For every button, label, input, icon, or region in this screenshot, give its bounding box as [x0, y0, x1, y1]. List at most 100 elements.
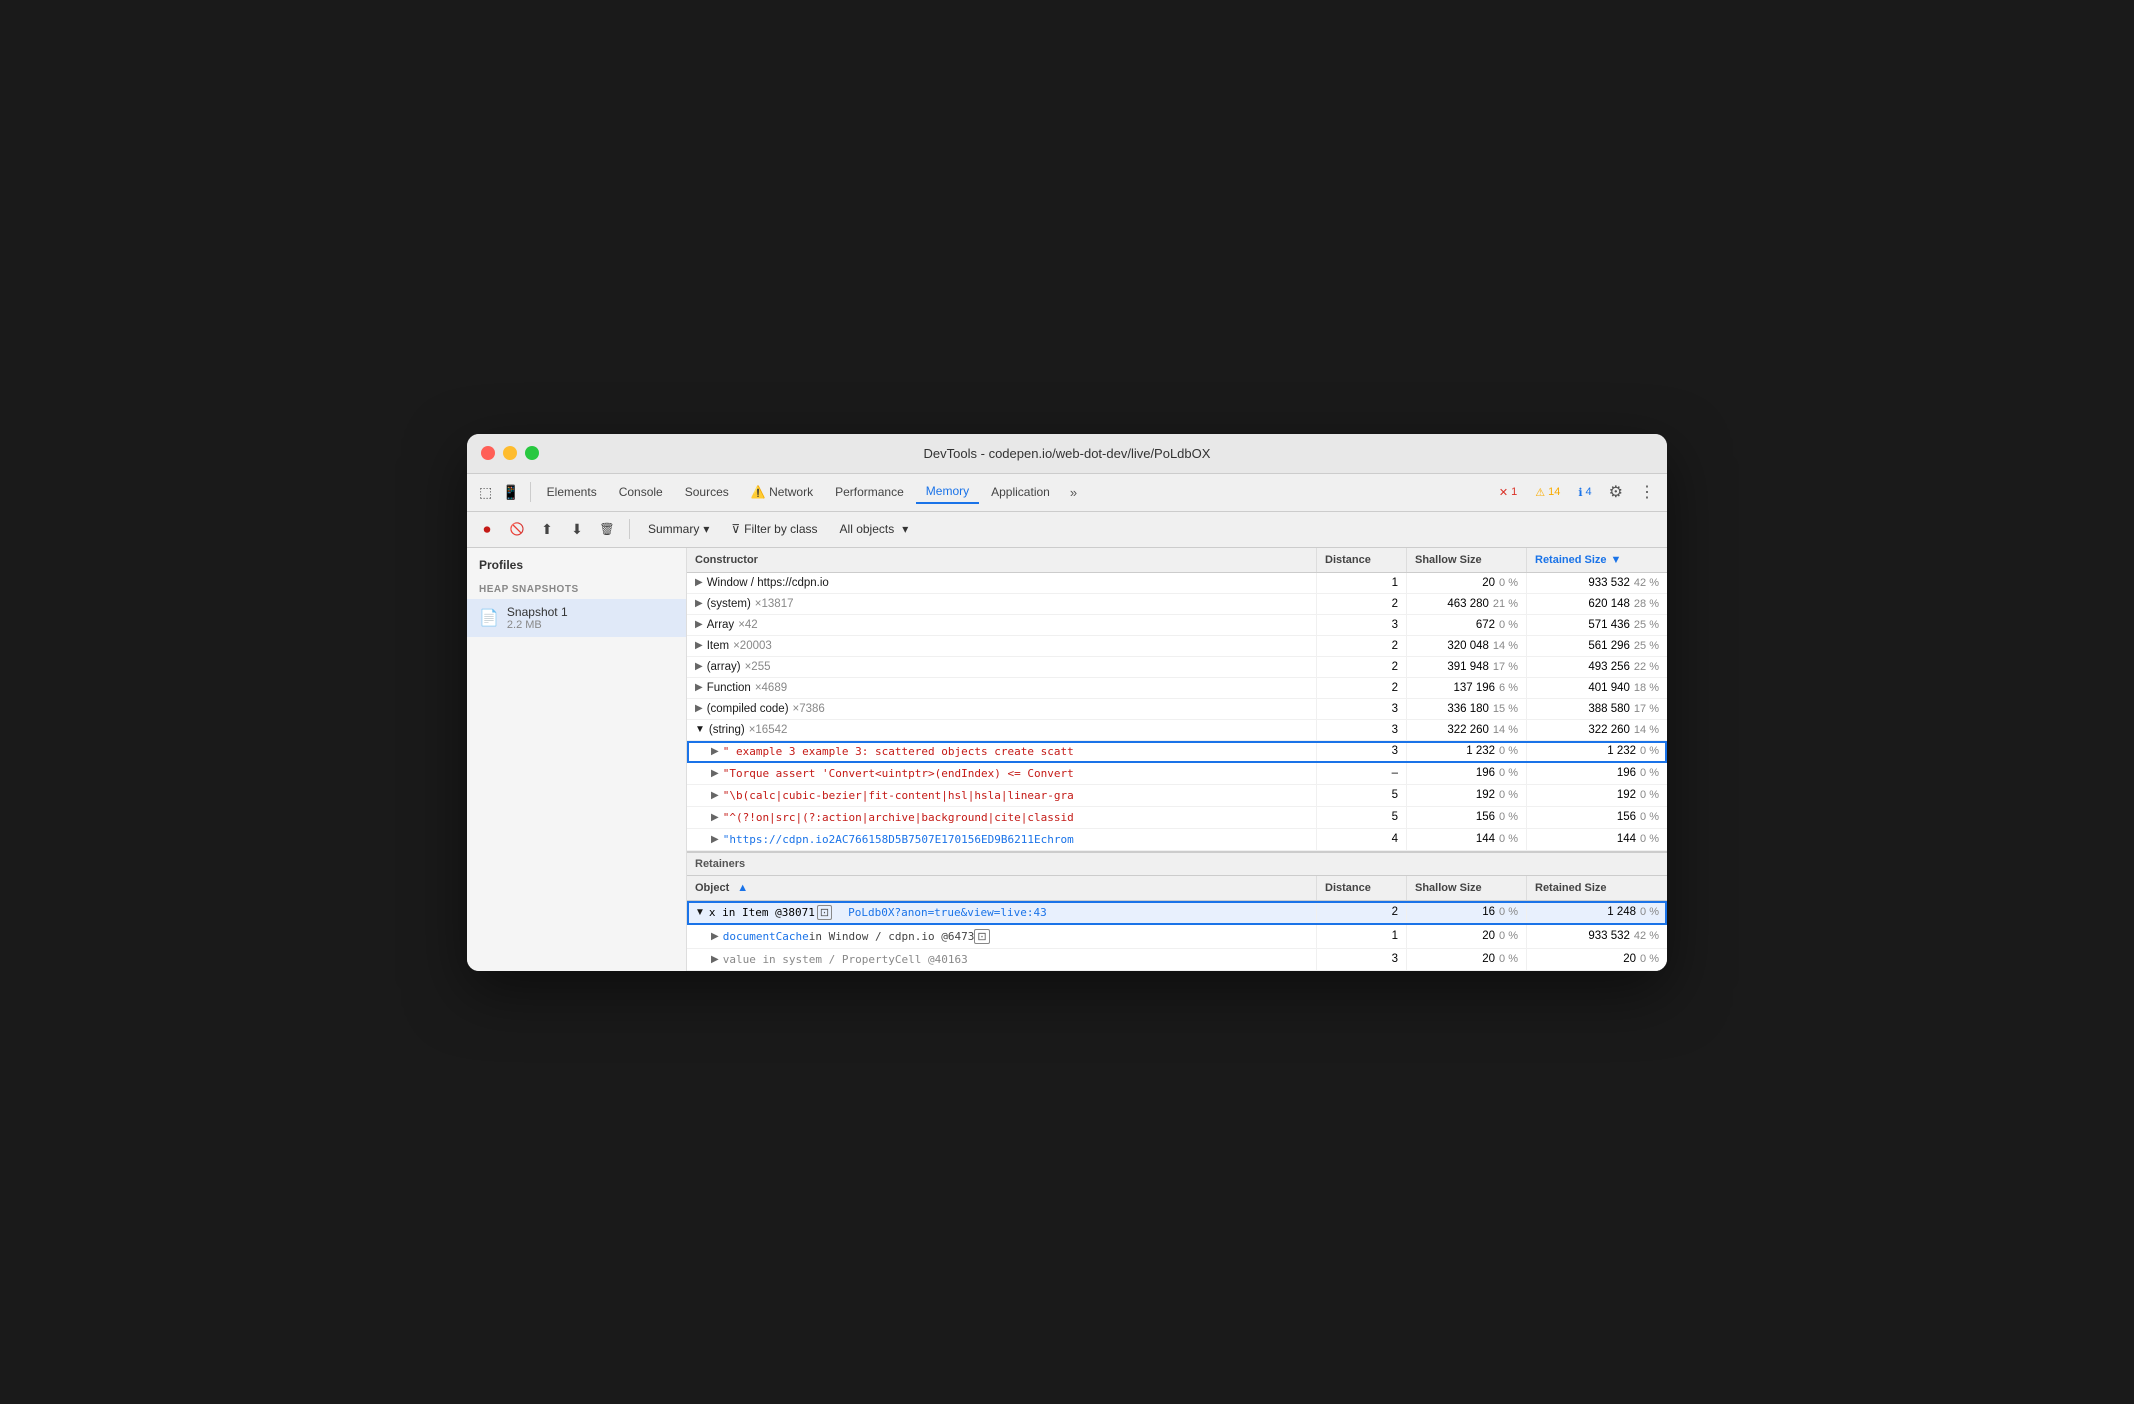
all-objects-dropdown[interactable]: All objects ▾ — [832, 519, 917, 539]
expand-icon[interactable]: ▶ — [711, 746, 719, 757]
tab-performance[interactable]: Performance — [825, 481, 914, 503]
tab-elements[interactable]: Elements — [537, 481, 607, 503]
rth-retained[interactable]: Retained Size — [1527, 876, 1667, 900]
expand-icon[interactable]: ▶ — [695, 577, 703, 588]
more-tabs-button[interactable]: » — [1062, 481, 1085, 504]
secondary-toolbar: ⏺ 🚫 ⬆ ⬇ 🗑 Summary ▾ ⊽ Filter by class Al… — [467, 512, 1667, 548]
rth-shallow[interactable]: Shallow Size — [1407, 876, 1527, 900]
table-row[interactable]: ▶ (array) ×255 2 391 948 17 % 493 256 22… — [687, 657, 1667, 678]
snapshot-item[interactable]: 📄 Snapshot 1 2.2 MB — [467, 599, 686, 637]
tab-console[interactable]: Console — [609, 481, 673, 503]
minimize-button[interactable] — [503, 446, 517, 460]
table-row[interactable]: ▶ " example 3 example 3: scattered objec… — [687, 741, 1667, 763]
td-constructor: ▶ Window / https://cdpn.io — [687, 573, 1317, 593]
load-button[interactable]: ⬇ — [565, 517, 589, 541]
filter-icon: ⊽ — [731, 522, 740, 536]
table-row[interactable]: ▶ Function ×4689 2 137 196 6 % 401 940 1… — [687, 678, 1667, 699]
snapshot-icon: 📄 — [479, 608, 499, 628]
table-row[interactable]: ▶ (system) ×13817 2 463 280 21 % 620 148… — [687, 594, 1667, 615]
expand-icon[interactable]: ▼ — [695, 907, 705, 918]
td-retained: 192 0 % — [1527, 785, 1667, 806]
retainers-table-header: Object ▲ Distance Shallow Size Retained … — [687, 876, 1667, 901]
td-shallow: 144 0 % — [1407, 829, 1527, 850]
td-shallow: 391 948 17 % — [1407, 657, 1527, 677]
warning-badge: ⚠ 14 — [1530, 484, 1565, 501]
info-badge: ℹ 4 — [1573, 484, 1596, 501]
settings-icon[interactable]: ⚙ — [1605, 478, 1627, 506]
td-retained: 561 296 25 % — [1527, 636, 1667, 656]
td-retained: 144 0 % — [1527, 829, 1667, 850]
td-constructor: ▶ " example 3 example 3: scattered objec… — [687, 741, 1317, 762]
table-row[interactable]: ▼ (string) ×16542 3 322 260 14 % 322 260… — [687, 720, 1667, 741]
retainer-row[interactable]: ▶ documentCache in Window / cdpn.io @647… — [687, 925, 1667, 949]
snapshot-size: 2.2 MB — [507, 619, 568, 631]
record-button[interactable]: ⏺ — [475, 517, 499, 541]
table-row[interactable]: ▶ Item ×20003 2 320 048 14 % 561 296 25 … — [687, 636, 1667, 657]
td-shallow: 16 0 % — [1407, 901, 1527, 924]
th-distance[interactable]: Distance — [1317, 548, 1407, 572]
td-object: ▶ documentCache in Window / cdpn.io @647… — [687, 925, 1317, 948]
td-distance: 2 — [1317, 657, 1407, 677]
summary-dropdown[interactable]: Summary ▾ — [640, 519, 717, 539]
secondary-separator — [629, 519, 630, 539]
table-row[interactable]: ▶ Window / https://cdpn.io 1 20 0 % 933 … — [687, 573, 1667, 594]
expand-icon[interactable]: ▶ — [695, 661, 703, 672]
expand-icon[interactable]: ▶ — [711, 768, 719, 779]
expand-icon[interactable]: ▶ — [711, 931, 719, 942]
td-distance: 2 — [1317, 901, 1407, 924]
td-constructor: ▶ "\b(calc|cubic-bezier|fit-content|hsl|… — [687, 785, 1317, 806]
td-shallow: 20 0 % — [1407, 949, 1527, 970]
tab-network[interactable]: ⚠️ Network — [741, 481, 823, 503]
expand-icon[interactable]: ▶ — [695, 640, 703, 651]
td-retained: 196 0 % — [1527, 763, 1667, 784]
table-row[interactable]: ▶ "\b(calc|cubic-bezier|fit-content|hsl|… — [687, 785, 1667, 807]
inspect-element-icon[interactable]: ⬚ — [475, 480, 496, 505]
retainer-row[interactable]: ▼ x in Item @38071 ⊡ PoLdb0X?anon=true&v… — [687, 901, 1667, 925]
data-table: ▶ Window / https://cdpn.io 1 20 0 % 933 … — [687, 573, 1667, 851]
rth-distance[interactable]: Distance — [1317, 876, 1407, 900]
expand-icon[interactable]: ▶ — [711, 834, 719, 845]
expand-icon[interactable]: ▶ — [695, 682, 703, 693]
maximize-button[interactable] — [525, 446, 539, 460]
error-badge: ✕ 1 — [1494, 484, 1522, 501]
table-row[interactable]: ▶ (compiled code) ×7386 3 336 180 15 % 3… — [687, 699, 1667, 720]
more-options-icon[interactable]: ⋮ — [1635, 478, 1659, 506]
tab-application[interactable]: Application — [981, 481, 1060, 503]
table-row[interactable]: ▶ Array ×42 3 672 0 % 571 436 25 % — [687, 615, 1667, 636]
window-title: DevTools - codepen.io/web-dot-dev/live/P… — [924, 446, 1211, 461]
th-shallow[interactable]: Shallow Size — [1407, 548, 1527, 572]
th-retained[interactable]: Retained Size ▼ — [1527, 548, 1667, 572]
window-icon-2: ⊡ — [974, 929, 989, 944]
error-icon: ✕ — [1499, 486, 1508, 499]
collect-garbage-icon[interactable]: 🗑 — [595, 517, 619, 541]
source-link[interactable]: PoLdb0X?anon=true&view=live:43 — [848, 906, 1047, 919]
take-snapshot-button[interactable]: ⬆ — [535, 517, 559, 541]
td-constructor: ▶ "^(?!on|src|(?:action|archive|backgrou… — [687, 807, 1317, 828]
tab-memory[interactable]: Memory — [916, 480, 979, 504]
expand-icon[interactable]: ▶ — [695, 703, 703, 714]
retainers-header: Retainers — [687, 853, 1667, 876]
expand-icon[interactable]: ▶ — [695, 598, 703, 609]
td-constructor: ▼ (string) ×16542 — [687, 720, 1317, 740]
expand-icon[interactable]: ▼ — [695, 724, 705, 735]
rth-object: Object ▲ — [687, 876, 1317, 900]
expand-icon[interactable]: ▶ — [711, 812, 719, 823]
td-distance: – — [1317, 763, 1407, 784]
device-toolbar-icon[interactable]: 📱 — [498, 480, 523, 505]
tab-sources[interactable]: Sources — [675, 481, 739, 503]
filter-by-class-button[interactable]: ⊽ Filter by class — [723, 519, 825, 539]
table-row[interactable]: ▶ "^(?!on|src|(?:action|archive|backgrou… — [687, 807, 1667, 829]
table-row[interactable]: ▶ "https://cdpn.io2AC766158D5B7507E17015… — [687, 829, 1667, 851]
devtools-window: DevTools - codepen.io/web-dot-dev/live/P… — [467, 434, 1667, 971]
traffic-lights — [481, 446, 539, 460]
retainer-row[interactable]: ▶ value in system / PropertyCell @40163 … — [687, 949, 1667, 971]
expand-icon[interactable]: ▶ — [711, 954, 719, 965]
expand-icon[interactable]: ▶ — [695, 619, 703, 630]
summary-chevron-icon: ▾ — [703, 522, 709, 536]
close-button[interactable] — [481, 446, 495, 460]
expand-icon[interactable]: ▶ — [711, 790, 719, 801]
clear-button[interactable]: 🚫 — [505, 517, 529, 541]
td-shallow: 463 280 21 % — [1407, 594, 1527, 614]
table-row[interactable]: ▶ "Torque assert 'Convert<uintptr>(endIn… — [687, 763, 1667, 785]
td-retained: 1 232 0 % — [1527, 741, 1667, 762]
